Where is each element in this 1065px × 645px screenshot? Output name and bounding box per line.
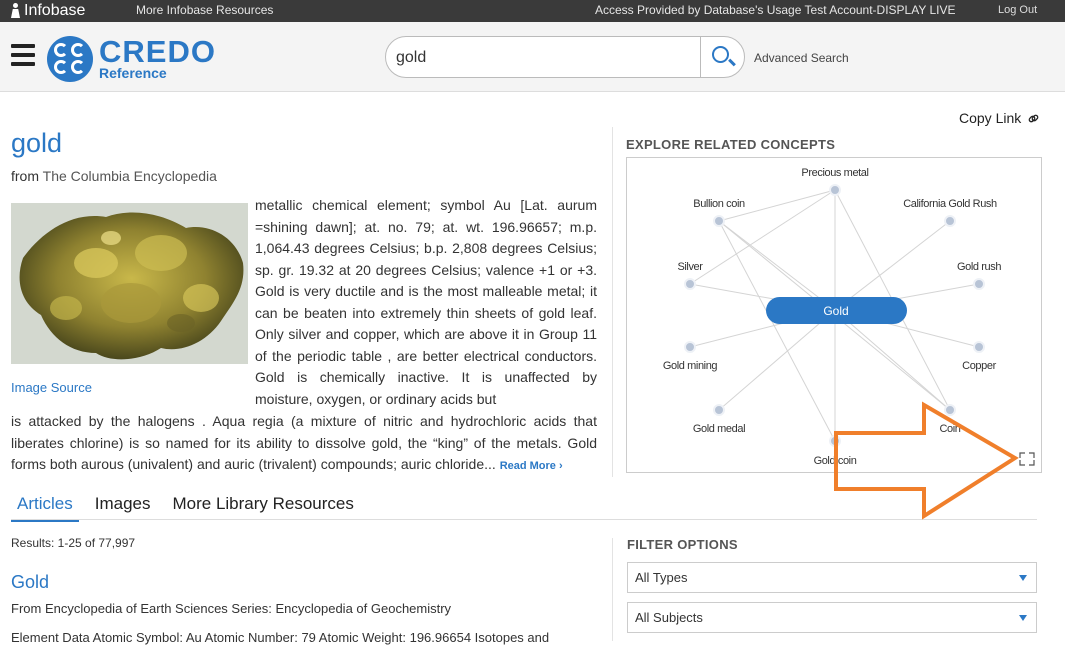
concept-center-label: Gold (823, 304, 848, 318)
tab-articles[interactable]: Articles (11, 494, 79, 522)
concept-gold-mining: Gold mining (663, 360, 718, 372)
subjects-select[interactable]: All Subjects (627, 602, 1037, 633)
menu-icon[interactable] (11, 44, 35, 66)
concept-precious-metal: Precious metal (801, 167, 868, 179)
search-button[interactable] (700, 37, 744, 77)
column-divider-lower (612, 538, 613, 641)
article-source: from The Columbia Encyclopedia (11, 168, 217, 184)
tab-more-library-resources[interactable]: More Library Resources (166, 494, 359, 522)
logo-credo-text: CREDO (99, 34, 216, 69)
concept-california-gold-rush: California Gold Rush (903, 198, 997, 210)
concept-gold-medal: Gold medal (693, 423, 745, 435)
results-count: Results: 1-25 of 77,997 (11, 536, 136, 550)
chevron-down-icon (1019, 615, 1027, 621)
site-header: CREDO Reference Advanced Search (0, 22, 1065, 92)
annotation-arrow (834, 401, 1019, 520)
search-icon (712, 46, 729, 63)
infobase-logo[interactable]: Infobase (10, 2, 85, 20)
explore-heading: EXPLORE RELATED CONCEPTS (626, 137, 836, 152)
source-link[interactable]: The Columbia Encyclopedia (43, 168, 217, 184)
credo-logo-icon (47, 36, 93, 82)
result-snippet: Element Data Atomic Symbol: Au Atomic Nu… (11, 630, 550, 645)
result-source: From Encyclopedia of Earth Sciences Seri… (11, 601, 452, 616)
result-source-link[interactable]: Encyclopedia of Earth Sciences Series: E… (45, 601, 451, 616)
top-bar: Infobase More Infobase Resources Access … (0, 0, 1065, 22)
search-box (385, 36, 745, 78)
read-more-link[interactable]: Read More › (500, 460, 563, 472)
concept-copper: Copper (962, 360, 996, 372)
concept-gold-rush: Gold rush (957, 261, 1001, 273)
infobase-person-icon (10, 3, 22, 19)
article-text-part1: metallic chemical element; symbol Au [La… (255, 197, 597, 407)
credo-logo[interactable]: CREDO Reference (47, 36, 216, 82)
infobase-brand-text: Infobase (24, 2, 86, 19)
search-input[interactable] (396, 47, 696, 69)
result-title[interactable]: Gold (11, 572, 49, 593)
page-title: gold (11, 128, 63, 158)
results-tabs: Articles Images More Library Resources (11, 494, 370, 522)
image-source-link[interactable]: Image Source (11, 380, 92, 395)
filter-heading: FILTER OPTIONS (627, 537, 738, 552)
article-text-part2: is attacked by the halogens . Aqua regia… (11, 413, 597, 472)
logout-link[interactable]: Log Out (998, 4, 1037, 16)
column-divider (612, 127, 613, 477)
more-resources-link[interactable]: More Infobase Resources (136, 3, 273, 17)
gold-nugget-image[interactable] (11, 203, 248, 364)
chevron-down-icon (1019, 575, 1027, 581)
concept-bullion-coin: Bullion coin (693, 198, 745, 210)
tab-images[interactable]: Images (89, 494, 157, 522)
link-icon (1028, 114, 1039, 123)
types-select[interactable]: All Types (627, 562, 1037, 593)
copy-link-button[interactable]: Copy Link (959, 110, 1039, 126)
concept-silver: Silver (677, 261, 703, 273)
access-info: Access Provided by Database's Usage Test… (595, 3, 956, 17)
advanced-search-link[interactable]: Advanced Search (754, 51, 849, 65)
